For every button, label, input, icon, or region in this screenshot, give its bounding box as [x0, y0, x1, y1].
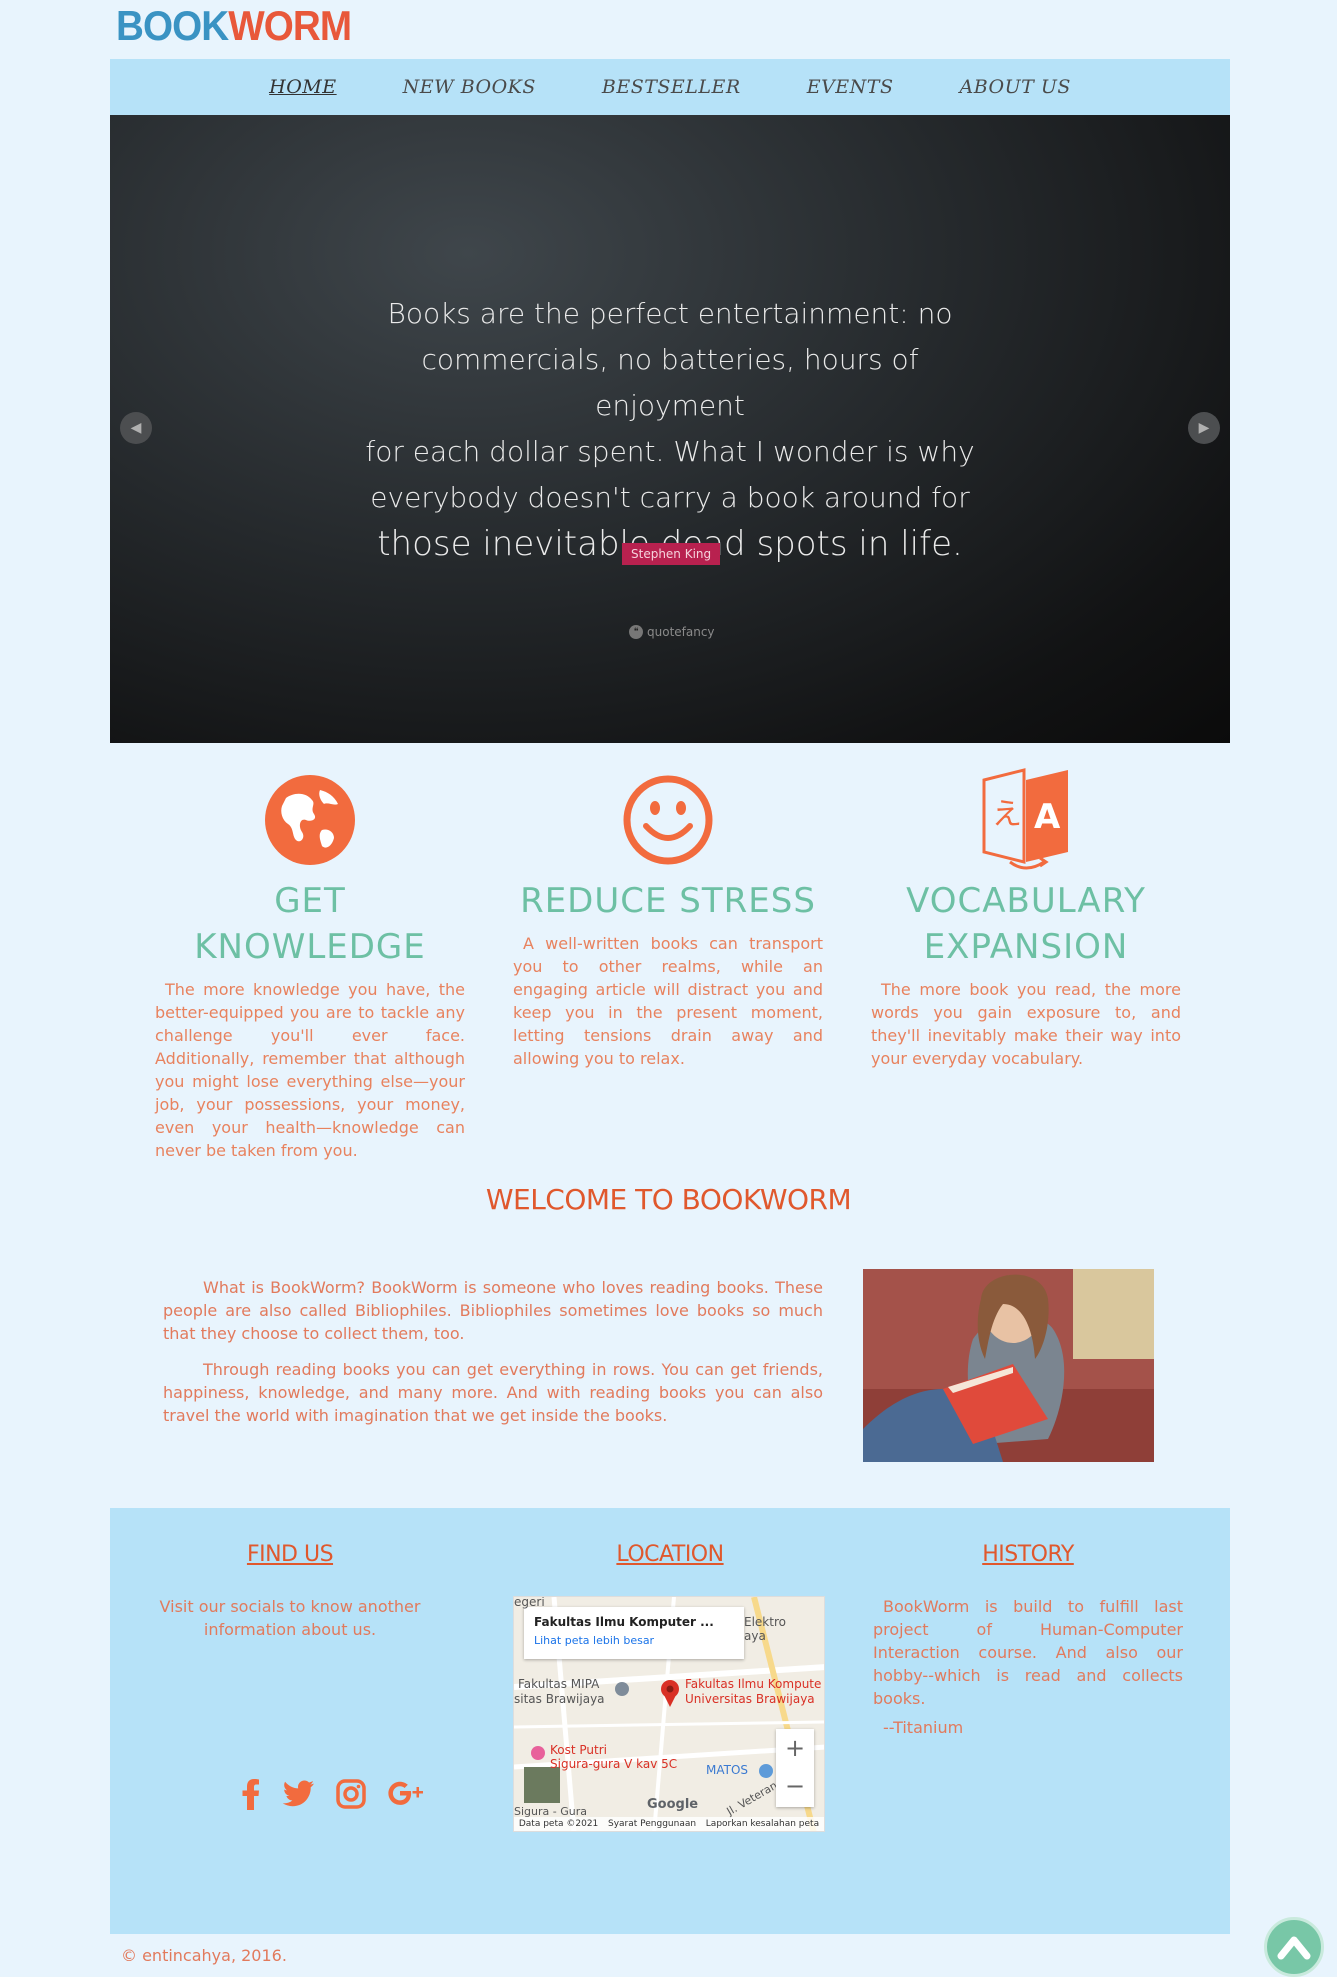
twitter-icon[interactable] — [282, 1780, 314, 1812]
girl-reading-photo — [863, 1269, 1154, 1462]
social-links — [242, 1778, 424, 1814]
map-report-link[interactable]: Laporkan kesalahan peta — [706, 1819, 819, 1829]
map-label: egeri — [514, 1596, 545, 1609]
feature-reduce-stress: REDUCE STRESS A well-written books can t… — [513, 770, 823, 1070]
zoom-out-button[interactable]: − — [776, 1767, 814, 1805]
hero-carousel[interactable]: Books are the perfect entertainment: no … — [110, 115, 1230, 743]
feature-text: The more book you read, the more words y… — [871, 980, 1181, 1068]
nav-bestseller[interactable]: BESTSELLER — [602, 76, 741, 98]
quote-line: everybody doesn't carry a book around fo… — [370, 481, 970, 514]
chevron-right-icon: ▶ — [1198, 420, 1210, 436]
feature-text: A well-written books can transport you t… — [513, 934, 823, 1068]
google-map-embed[interactable]: Fakultas Ilmu Komputer ... Lihat peta le… — [513, 1596, 825, 1832]
find-us-section: FIND US Visit our socials to know anothe… — [135, 1542, 445, 1810]
map-terms-link[interactable]: Syarat Penggunaan — [608, 1819, 696, 1829]
globe-icon — [155, 770, 465, 870]
zoom-in-button[interactable]: + — [776, 1729, 814, 1767]
map-label: Fakultas MIPA — [518, 1677, 600, 1691]
carousel-next-button[interactable]: ▶ — [1188, 412, 1220, 444]
quotefancy-watermark: ❝ quotefancy — [629, 625, 715, 639]
quote-mark-icon: ❝ — [629, 625, 643, 639]
about-paragraph: What is BookWorm? BookWorm is someone wh… — [163, 1278, 823, 1343]
watermark-text: quotefancy — [647, 625, 715, 639]
map-zoom-controls: + − — [776, 1729, 814, 1807]
feature-title: GET KNOWLEDGE — [194, 881, 426, 967]
feature-title: REDUCE STRESS — [520, 881, 816, 921]
map-place-card[interactable]: Fakultas Ilmu Komputer ... Lihat peta le… — [524, 1607, 744, 1659]
quote-line: Books are the perfect entertainment: no — [387, 297, 953, 330]
facebook-icon[interactable] — [242, 1778, 260, 1814]
svg-text:え: え — [992, 797, 1022, 832]
main-nav: HOME NEW BOOKS BESTSELLER EVENTS ABOUT U… — [110, 59, 1230, 115]
find-us-title: FIND US — [246, 1542, 334, 1567]
map-label: MATOS — [706, 1763, 749, 1777]
feature-title: VOCABULARY EXPANSION — [906, 881, 1146, 967]
translate-icon: え A — [871, 768, 1181, 870]
carousel-prev-button[interactable]: ◀ — [120, 412, 152, 444]
history-signature: --Titanium — [883, 1718, 964, 1737]
logo-part-worm: WORM — [228, 2, 352, 49]
footer: FIND US Visit our socials to know anothe… — [110, 1508, 1230, 1934]
nav-events[interactable]: EVENTS — [807, 76, 894, 98]
feature-vocabulary-expansion: え A VOCABULARY EXPANSION The more book y… — [871, 768, 1181, 1070]
find-us-text: Visit our socials to know another inform… — [159, 1597, 421, 1639]
map-label: Kost Putri — [550, 1743, 607, 1757]
map-larger-link[interactable]: Lihat peta lebih besar — [534, 1634, 654, 1647]
map-label: sitas Brawijaya — [514, 1692, 605, 1706]
feature-text: The more knowledge you have, the better-… — [155, 980, 465, 1160]
copyright: © entincahya, 2016. — [121, 1946, 287, 1965]
about-paragraph: Through reading books you can get everyt… — [163, 1360, 823, 1425]
history-section: HISTORY BookWorm is build to fulfill las… — [873, 1542, 1183, 1739]
google-logo: Google — [647, 1797, 699, 1812]
map-label: Universitas Brawijaya — [685, 1692, 815, 1706]
nav-about-us[interactable]: ABOUT US — [959, 76, 1070, 98]
location-title: LOCATION — [616, 1542, 724, 1567]
nav-new-books[interactable]: NEW BOOKS — [403, 76, 536, 98]
quote-line: for each dollar spent. What I wonder is … — [365, 435, 975, 468]
quote-line: commercials, no batteries, hours of enjo… — [421, 343, 919, 422]
svg-text:A: A — [1034, 797, 1061, 837]
welcome-heading: WELCOME TO BOOKWORM — [485, 1183, 852, 1216]
back-to-top-button[interactable] — [1264, 1917, 1324, 1977]
map-label: Fakultas Ilmu Kompute — [685, 1677, 822, 1691]
history-title: HISTORY — [982, 1542, 1074, 1567]
quote-text: Books are the perfect entertainment: no … — [360, 291, 980, 567]
map-attribution: Data peta ©2021 Syarat Penggunaan Lapork… — [514, 1817, 824, 1831]
google-plus-icon[interactable] — [388, 1778, 424, 1814]
map-label: aya — [744, 1629, 766, 1643]
logo-part-book: BOOK — [116, 2, 229, 49]
quote-author-badge: Stephen King — [622, 543, 721, 565]
map-place-name: Fakultas Ilmu Komputer ... — [534, 1615, 714, 1629]
location-section: LOCATION — [515, 1542, 825, 1567]
logo[interactable]: BOOKWORM — [116, 2, 352, 50]
map-label: Sigura-gura V kav 5C — [550, 1757, 678, 1771]
map-label: Elektro — [744, 1615, 786, 1629]
chevron-up-icon — [1277, 1936, 1311, 1960]
feature-get-knowledge: GET KNOWLEDGE The more knowledge you hav… — [155, 770, 465, 1162]
instagram-icon[interactable] — [336, 1779, 366, 1813]
chevron-left-icon: ◀ — [130, 420, 142, 436]
nav-home[interactable]: HOME — [269, 76, 336, 98]
smiley-icon — [513, 770, 823, 870]
map-data-credit: Data peta ©2021 — [518, 1819, 599, 1829]
about-text: What is BookWorm? BookWorm is someone wh… — [163, 1276, 823, 1440]
history-text: BookWorm is build to fulfill last projec… — [873, 1597, 1183, 1708]
